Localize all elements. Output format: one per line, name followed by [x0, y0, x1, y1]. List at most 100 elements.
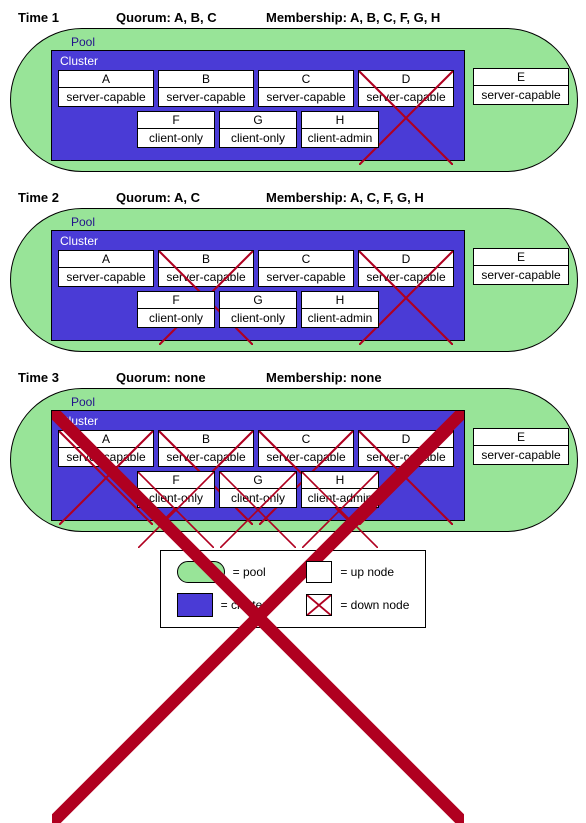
legend-up-node-label: = up node	[340, 565, 394, 579]
section-header: Time 3Quorum: noneMembership: none	[18, 370, 576, 385]
node-role: server-capable	[59, 88, 153, 106]
section-header: Time 1Quorum: A, B, CMembership: A, B, C…	[18, 10, 576, 25]
node-id: G	[220, 292, 296, 309]
node-role: server-capable	[359, 268, 453, 286]
node-D: Dserver-capable	[358, 70, 454, 107]
node-H: Hclient-admin	[301, 111, 379, 148]
node-id: A	[59, 251, 153, 268]
node-role: server-capable	[59, 448, 153, 466]
node-role: client-only	[138, 129, 214, 147]
pool-label: Pool	[71, 215, 569, 229]
time-label: Time 3	[18, 370, 116, 385]
node-role: client-admin	[302, 129, 378, 147]
outside-node: Eserver-capable	[473, 428, 569, 465]
node-id: D	[359, 71, 453, 88]
node-B: Bserver-capable	[158, 250, 254, 287]
legend-down-node-label: = down node	[340, 598, 409, 612]
node-role: server-capable	[474, 86, 568, 104]
time-label: Time 2	[18, 190, 116, 205]
cluster-row-1: Aserver-capableBserver-capableCserver-ca…	[58, 250, 458, 287]
cluster-row-2: Fclient-onlyGclient-onlyHclient-admin	[58, 471, 458, 508]
pool: PoolClusterAserver-capableBserver-capabl…	[10, 208, 578, 352]
node-role: server-capable	[359, 448, 453, 466]
legend-down-node: = down node	[306, 593, 409, 617]
node-id: D	[359, 431, 453, 448]
node-D: Dserver-capable	[358, 430, 454, 467]
quorum-label: Quorum: none	[116, 370, 266, 385]
node-role: client-admin	[302, 309, 378, 327]
node-role: server-capable	[359, 88, 453, 106]
section-2: Time 2Quorum: A, CMembership: A, C, F, G…	[10, 190, 576, 352]
cluster-row-1: Aserver-capableBserver-capableCserver-ca…	[58, 70, 458, 107]
node-role: server-capable	[474, 266, 568, 284]
cluster: ClusterAserver-capableBserver-capableCse…	[51, 230, 465, 341]
node-F: Fclient-only	[137, 291, 215, 328]
node-G: Gclient-only	[219, 471, 297, 508]
cluster: ClusterAserver-capableBserver-capableCse…	[51, 50, 465, 161]
legend-pool-label: = pool	[233, 565, 266, 579]
membership-label: Membership: A, B, C, F, G, H	[266, 10, 576, 25]
node-role: client-only	[220, 309, 296, 327]
node-B: Bserver-capable	[158, 70, 254, 107]
node-id: H	[302, 112, 378, 129]
node-role: server-capable	[159, 88, 253, 106]
quorum-label: Quorum: A, C	[116, 190, 266, 205]
node-role: server-capable	[159, 448, 253, 466]
node-id: A	[59, 431, 153, 448]
legend-wrap: = pool = up node = cluster = down node	[10, 550, 576, 628]
node-G: Gclient-only	[219, 291, 297, 328]
node-id: E	[474, 69, 568, 86]
node-id: F	[138, 472, 214, 489]
node-H: Hclient-admin	[301, 471, 379, 508]
node-role: client-only	[138, 489, 214, 507]
outside-node: Eserver-capable	[473, 68, 569, 105]
node-id: B	[159, 71, 253, 88]
node-E: Eserver-capable	[473, 248, 569, 285]
legend-up-node-icon	[306, 561, 332, 583]
cluster-label: Cluster	[60, 234, 458, 248]
node-F: Fclient-only	[137, 471, 215, 508]
node-id: E	[474, 429, 568, 446]
node-id: C	[259, 251, 353, 268]
node-id: A	[59, 71, 153, 88]
node-id: C	[259, 71, 353, 88]
node-role: client-only	[220, 489, 296, 507]
section-1: Time 1Quorum: A, B, CMembership: A, B, C…	[10, 10, 576, 172]
node-F: Fclient-only	[137, 111, 215, 148]
node-A: Aserver-capable	[58, 70, 154, 107]
pool: PoolClusterAserver-capableBserver-capabl…	[10, 388, 578, 532]
cluster: ClusterAserver-capableBserver-capableCse…	[51, 410, 465, 521]
node-role: client-admin	[302, 489, 378, 507]
node-C: Cserver-capable	[258, 250, 354, 287]
node-A: Aserver-capable	[58, 250, 154, 287]
pool-body: ClusterAserver-capableBserver-capableCse…	[19, 410, 569, 521]
node-role: server-capable	[474, 446, 568, 464]
pool-label: Pool	[71, 35, 569, 49]
node-role: server-capable	[259, 268, 353, 286]
cluster-label: Cluster	[60, 54, 458, 68]
section-header: Time 2Quorum: A, CMembership: A, C, F, G…	[18, 190, 576, 205]
node-role: server-capable	[59, 268, 153, 286]
node-A: Aserver-capable	[58, 430, 154, 467]
node-role: server-capable	[159, 268, 253, 286]
diagram-root: Time 1Quorum: A, B, CMembership: A, B, C…	[10, 10, 576, 532]
node-id: B	[159, 251, 253, 268]
pool: PoolClusterAserver-capableBserver-capabl…	[10, 28, 578, 172]
node-G: Gclient-only	[219, 111, 297, 148]
node-role: server-capable	[259, 448, 353, 466]
node-E: Eserver-capable	[473, 68, 569, 105]
node-id: F	[138, 292, 214, 309]
legend-pool-icon	[177, 561, 225, 583]
node-C: Cserver-capable	[258, 70, 354, 107]
node-E: Eserver-capable	[473, 428, 569, 465]
membership-label: Membership: none	[266, 370, 576, 385]
legend-down-node-icon	[306, 594, 332, 616]
quorum-label: Quorum: A, B, C	[116, 10, 266, 25]
legend-cluster: = cluster	[177, 593, 267, 617]
node-C: Cserver-capable	[258, 430, 354, 467]
node-role: client-only	[138, 309, 214, 327]
pool-body: ClusterAserver-capableBserver-capableCse…	[19, 230, 569, 341]
cluster-row-2: Fclient-onlyGclient-onlyHclient-admin	[58, 111, 458, 148]
node-id: G	[220, 112, 296, 129]
section-3: Time 3Quorum: noneMembership: none PoolCl…	[10, 370, 576, 532]
